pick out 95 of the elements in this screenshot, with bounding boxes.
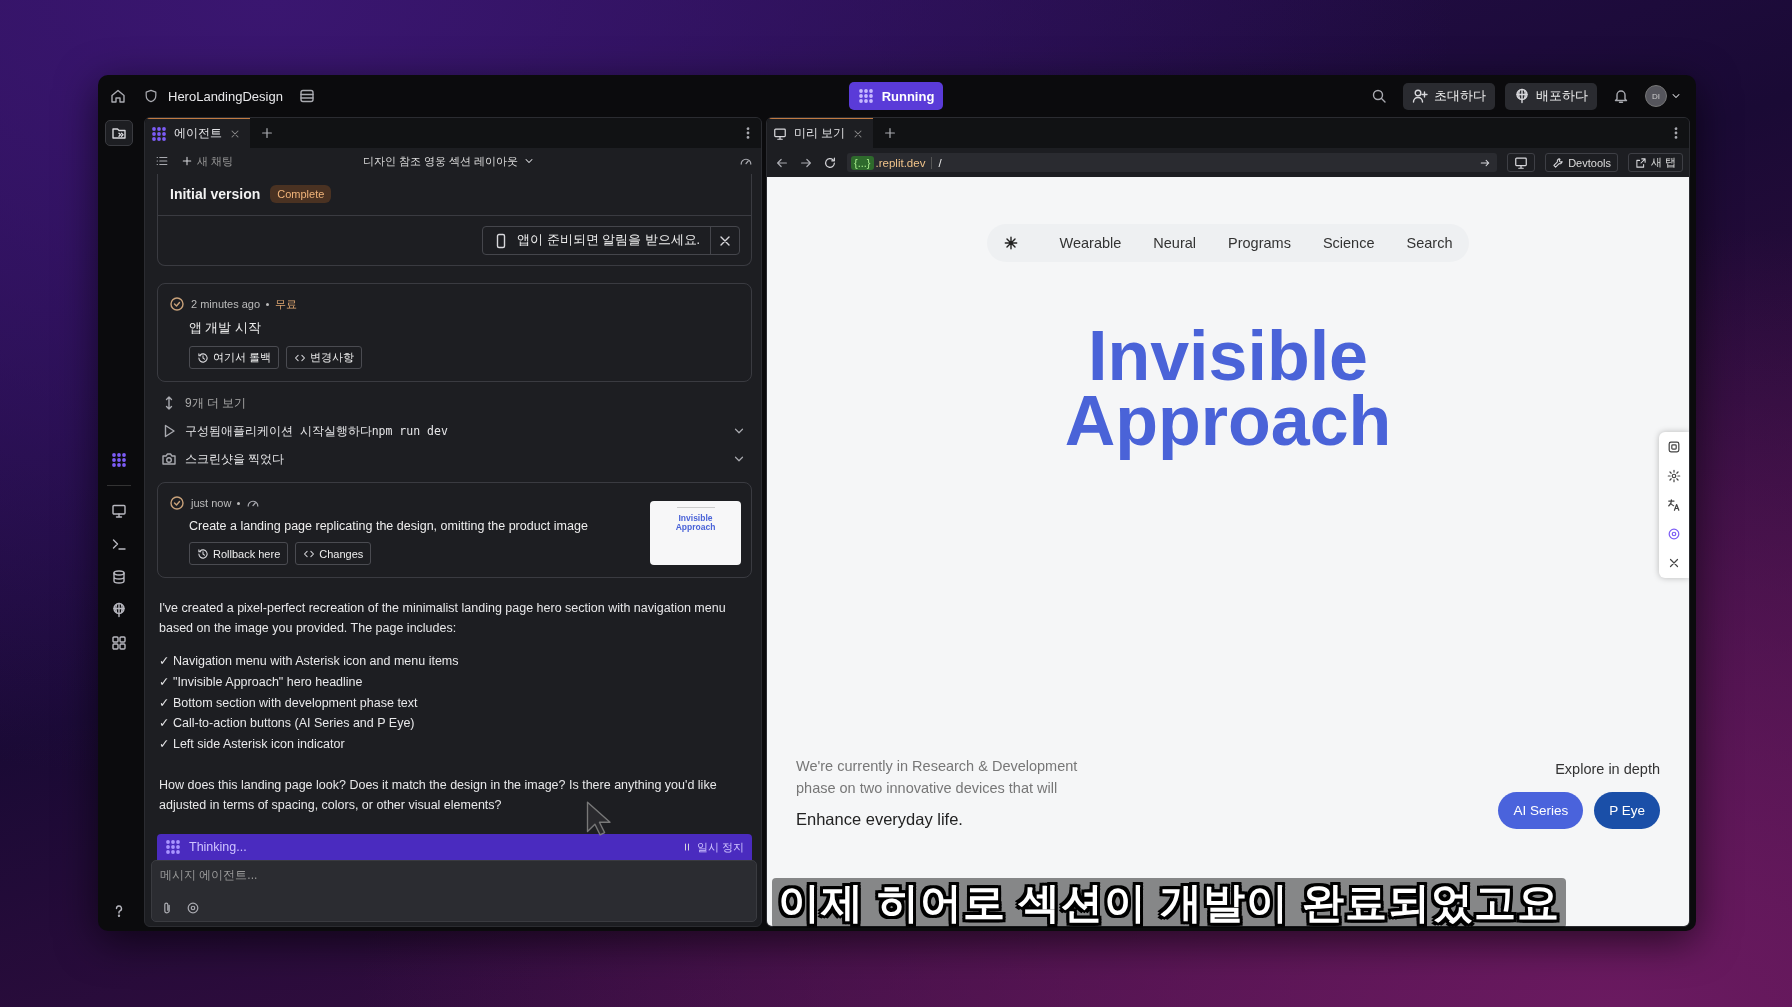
changes-button[interactable]: Changes: [295, 542, 372, 565]
close-icon[interactable]: [1667, 556, 1681, 570]
cta-button[interactable]: AI Series: [1498, 792, 1584, 829]
plus-icon: [181, 155, 193, 167]
asterisk-icon[interactable]: [1003, 236, 1018, 250]
menu-icon[interactable]: [155, 154, 169, 168]
project-name[interactable]: HeroLandingDesign: [168, 88, 283, 104]
timestamp: 2 minutes ago: [191, 298, 261, 310]
gear-icon[interactable]: [1667, 469, 1681, 483]
explore-label: Explore in depth: [1555, 761, 1660, 777]
action-label: 구성됨애플리케이션 시작실행하다: [185, 422, 372, 440]
nav-link[interactable]: Wearable: [1059, 235, 1122, 251]
invite-button[interactable]: 초대하다: [1403, 82, 1495, 110]
home-icon[interactable]: [110, 88, 126, 104]
database-icon[interactable]: [111, 569, 127, 585]
rollback-button[interactable]: Rollback here: [189, 542, 289, 565]
checklist-item: ✓ "Invisible Approach" hero headline: [158, 673, 364, 691]
separator-dot: [266, 302, 270, 306]
description-text: We're currently in Research & Development phase on two innovative devices that will: [796, 757, 1079, 798]
pause-button[interactable]: 일시 정지: [680, 839, 744, 855]
files-button[interactable]: [105, 120, 133, 146]
url-host: .replit.dev: [873, 156, 933, 169]
target-icon[interactable]: [1667, 527, 1681, 541]
command-text: npm run dev: [371, 424, 448, 438]
rollback-button[interactable]: 여기서 롤백: [189, 346, 280, 369]
apps-icon[interactable]: [111, 635, 127, 651]
device-button[interactable]: [1507, 153, 1536, 172]
separator-dot: [237, 501, 241, 505]
bell-icon[interactable]: [1613, 88, 1629, 104]
add-tab-icon[interactable]: [260, 126, 274, 140]
subtitle-caption: 이제 히어로 섹션이 개발이 완료되었고요: [772, 878, 1566, 928]
add-tab-icon[interactable]: [883, 126, 898, 140]
agent-icon: [151, 125, 167, 142]
new-tab-button[interactable]: 새 탭: [1627, 153, 1683, 172]
message-text: I've created a pixel-perfect recreation of the minimalist landing page hero section with navigation menu based on the image you provided. The page includes:: [159, 600, 727, 637]
globe-icon: [1514, 88, 1530, 104]
wrench-icon: [1552, 156, 1565, 169]
agent-icon: [165, 839, 181, 855]
shield-icon: [144, 89, 158, 103]
thumbnail-title: Invisible Approach: [674, 514, 717, 532]
check-circle-icon: [169, 495, 185, 511]
address-field[interactable]: {...} .replit.dev /: [847, 153, 1498, 172]
timestamp: just now: [191, 497, 232, 509]
camera-icon: [161, 451, 177, 467]
new-chat-button[interactable]: 새 채팅: [181, 153, 234, 169]
agent-icon: [857, 88, 874, 104]
agent-icon[interactable]: [111, 452, 127, 468]
screenshot-icon[interactable]: [1667, 440, 1681, 454]
cta-button[interactable]: P Eye: [1594, 792, 1660, 829]
folder-icon: [111, 125, 127, 141]
run-button[interactable]: Running: [848, 82, 944, 110]
nav-link[interactable]: Search: [1406, 235, 1453, 251]
monitor-icon: [773, 126, 787, 141]
deploy-button[interactable]: 배포하다: [1505, 82, 1597, 110]
nav-link[interactable]: Neural: [1153, 235, 1197, 251]
devtools-button[interactable]: Devtools: [1545, 153, 1618, 172]
reload-icon[interactable]: [823, 155, 837, 170]
tab[interactable]: 에이전트: [145, 118, 250, 148]
history-icon: [197, 547, 209, 560]
message-input-box[interactable]: 메시지 에이전트...: [151, 860, 757, 922]
globe-icon[interactable]: [111, 602, 127, 618]
checklist-item: ✓ Navigation menu with Asterisk icon and menu items: [158, 653, 460, 670]
checklist-item: ✓ Left side Asterisk icon indicator: [158, 736, 346, 754]
target-icon[interactable]: [186, 901, 200, 915]
translate-icon[interactable]: [1667, 498, 1681, 512]
add-user-icon: [1412, 88, 1428, 104]
preview-thumbnail[interactable]: Invisible Approach: [650, 501, 741, 565]
url-path: /: [937, 156, 942, 169]
tagline-text: Enhance everyday life.: [796, 810, 964, 829]
layout-icon[interactable]: [298, 88, 315, 104]
search-icon[interactable]: [1371, 88, 1387, 104]
checklist-item: ✓ Call-to-action buttons (AI Series and P Eye): [158, 715, 416, 733]
status-badge: Complete: [270, 185, 332, 203]
commit-message: Create a landing page replicating the design, omitting the product image: [189, 519, 589, 533]
message-input[interactable]: 메시지 에이전트...: [160, 867, 748, 901]
message-text: How does this landing page look? Does it match the design in the image? Is there anything you'd like adjusted in terms of spacing, colors, or other visual elements?: [159, 777, 718, 814]
monitor-icon[interactable]: [111, 503, 127, 519]
action-label: 스크린샷을 찍었다: [185, 450, 285, 468]
nav-link[interactable]: Programs: [1228, 235, 1291, 251]
commit-message: 앱 개발 시작: [189, 320, 262, 337]
terminal-icon[interactable]: [111, 536, 127, 552]
checklist-item: ✓ Bottom section with development phase text: [158, 694, 419, 712]
url-badge: {...}: [851, 155, 874, 170]
monitor-icon: [1514, 155, 1529, 170]
plan-tag: 무료: [275, 296, 298, 312]
tab[interactable]: 미리 보기: [767, 118, 874, 148]
changes-button[interactable]: 변경사항: [286, 346, 363, 369]
checkpoint-title: Initial version: [170, 186, 261, 202]
show-more-link[interactable]: 9개 더 보기: [185, 394, 247, 412]
history-icon: [197, 351, 209, 364]
thinking-label: Thinking...: [189, 840, 247, 854]
nav-link[interactable]: Science: [1322, 235, 1375, 251]
check-circle-icon: [169, 296, 185, 312]
chat-title-dropdown[interactable]: 디자인 참조 영웅 섹션 레이아웃: [363, 153, 739, 169]
external-link-icon: [1634, 156, 1647, 169]
